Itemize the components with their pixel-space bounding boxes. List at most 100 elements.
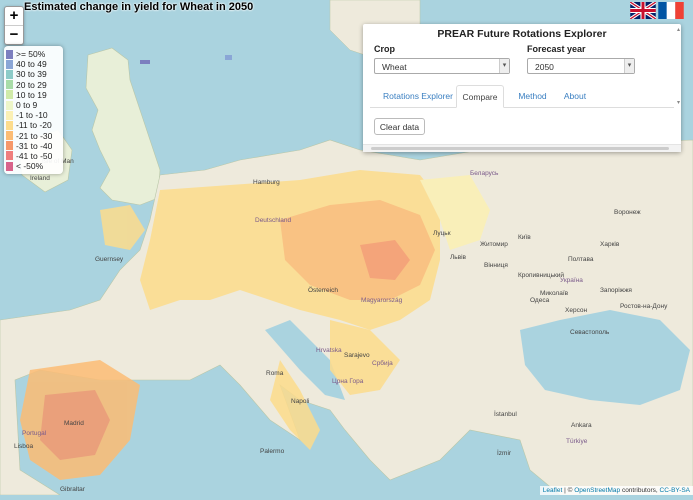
label-turkiye: Türkiye	[566, 438, 588, 445]
legend-row: 0 to 9	[6, 100, 61, 110]
crop-label: Crop	[374, 44, 395, 54]
legend-swatch	[6, 59, 13, 69]
tab-method[interactable]: Method	[510, 85, 555, 107]
legend-row: -31 to -40	[6, 141, 61, 151]
label-zaporizhzhia: Запоріжжя	[600, 287, 632, 294]
label-madrid: Madrid	[64, 420, 84, 427]
chevron-down-icon: ▾	[624, 59, 634, 73]
label-ankara: Ankara	[571, 422, 592, 429]
label-kyiv: Київ	[518, 234, 531, 241]
map-title: Estimated change in yield for Wheat in 2…	[24, 1, 254, 13]
label-zhytomyr: Житомир	[480, 241, 508, 248]
crop-select[interactable]: Wheat ▾	[374, 58, 510, 74]
label-ireland: Ireland	[30, 175, 50, 182]
legend-swatch	[6, 90, 13, 100]
scroll-arrow-icon[interactable]: ▴ ▾	[677, 26, 680, 106]
label-hrvatska: Hrvatska	[316, 347, 342, 354]
france-flag-icon[interactable]	[658, 2, 684, 19]
legend-row: 20 to 29	[6, 80, 61, 90]
legend-label: -41 to -50	[16, 150, 53, 161]
legend-row: -21 to -30	[6, 131, 61, 141]
legend-label: -11 to -20	[16, 120, 52, 131]
legend-label: < -50%	[16, 161, 44, 172]
label-deutschland: Deutschland	[255, 217, 292, 224]
panel-title: PREAR Future Rotations Explorer	[437, 28, 607, 40]
year-select[interactable]: 2050 ▾	[527, 58, 635, 74]
legend-row: -11 to -20	[6, 120, 61, 130]
legend-swatch	[6, 49, 13, 59]
label-mykolaiv: Миколаїв	[540, 290, 569, 297]
label-belarus: Беларусь	[470, 170, 499, 177]
leaflet-link[interactable]: Leaflet	[543, 487, 563, 494]
legend-label: 10 to 19	[16, 89, 47, 100]
legend-swatch	[6, 69, 13, 79]
label-kherson: Херсон	[565, 307, 588, 314]
legend-label: >= 50%	[16, 49, 46, 60]
legend-row: 30 to 39	[6, 69, 61, 79]
tab-rotations-explorer[interactable]: Rotations Explorer	[378, 85, 458, 107]
legend-row: -1 to -10	[6, 110, 61, 120]
label-roma: Roma	[266, 370, 284, 377]
label-osterreich: Österreich	[308, 287, 338, 294]
label-istanbul: İstanbul	[494, 411, 517, 418]
legend-swatch	[6, 120, 13, 130]
osm-link[interactable]: OpenStreetMap	[574, 487, 620, 494]
zoom-control: + −	[4, 6, 24, 45]
legend-swatch	[6, 100, 13, 110]
attribution-contrib: contributors,	[621, 487, 658, 494]
tab-about[interactable]: About	[555, 85, 595, 107]
label-kropyvnytskyi: Кропивницький	[518, 272, 565, 279]
label-guernsey: Guernsey	[95, 256, 124, 263]
legend-label: 20 to 29	[16, 79, 47, 90]
scrollbar-thumb[interactable]	[371, 147, 669, 150]
panel-hscrollbar[interactable]	[363, 144, 681, 152]
legend-label: -21 to -30	[16, 130, 53, 141]
cc-link[interactable]: CC-BY-SA	[660, 487, 690, 494]
label-magyarorszag: Magyarország	[361, 297, 403, 304]
label-hamburg: Hamburg	[253, 179, 280, 186]
map-attribution: Leaflet | © OpenStreetMap contributors, …	[539, 486, 693, 495]
panel-tabs: Rotations Explorer Compare Method About	[370, 85, 674, 108]
label-napoli: Napoli	[291, 398, 310, 405]
year-select-value: 2050	[535, 62, 554, 72]
year-label: Forecast year	[527, 44, 586, 54]
zoom-out-button[interactable]: −	[5, 25, 23, 44]
label-lisboa: Lisboa	[14, 443, 34, 450]
legend-label: 0 to 9	[16, 100, 38, 111]
legend-label: -31 to -40	[16, 140, 53, 151]
label-poltava: Полтава	[568, 256, 594, 263]
zoom-in-button[interactable]: +	[5, 7, 23, 25]
label-izmir: İzmir	[497, 450, 512, 457]
label-lviv: Львів	[450, 254, 467, 261]
label-srbija: Србија	[372, 360, 393, 367]
crop-select-value: Wheat	[382, 62, 407, 72]
legend-label: -1 to -10	[16, 110, 48, 121]
uk-flag-icon[interactable]	[630, 2, 656, 19]
label-voronezh: Воронеж	[614, 209, 641, 216]
legend-row: 10 to 19	[6, 90, 61, 100]
label-vinnytsia: Вінниця	[484, 262, 508, 269]
legend-swatch	[6, 80, 13, 90]
label-sevastopol: Севастополь	[570, 329, 610, 336]
label-kharkiv: Харків	[600, 241, 620, 248]
legend-swatch	[6, 110, 13, 120]
label-sarajevo: Sarajevo	[344, 352, 370, 359]
yield-legend: >= 50% 40 to 49 30 to 39 20 to 29 10 to 19 0 …	[4, 46, 63, 175]
label-crna-gora: Црна Гора	[332, 378, 364, 385]
clear-data-button[interactable]: Clear data	[374, 118, 425, 135]
label-lutsk: Луцьк	[433, 230, 451, 237]
legend-swatch	[6, 141, 13, 151]
legend-swatch	[6, 151, 13, 161]
label-odesa: Одеса	[530, 297, 550, 304]
label-palermo: Palermo	[260, 448, 285, 455]
legend-row: 40 to 49	[6, 59, 61, 69]
label-portugal: Portugal	[22, 430, 47, 437]
legend-label: 40 to 49	[16, 59, 47, 70]
attribution-sep: | ©	[564, 487, 573, 494]
label-rostov: Ростов-на-Дону	[620, 303, 668, 310]
tab-compare[interactable]: Compare	[456, 85, 504, 108]
legend-swatch	[6, 131, 13, 141]
chevron-down-icon: ▾	[499, 59, 509, 73]
legend-row: >= 50%	[6, 49, 61, 59]
legend-row: < -50%	[6, 161, 61, 171]
